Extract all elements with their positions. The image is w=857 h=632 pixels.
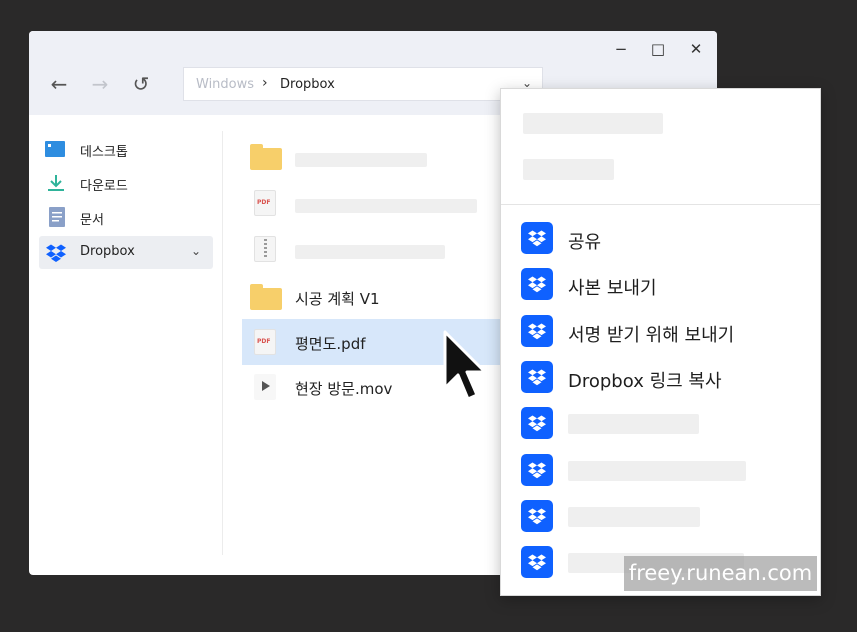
menu-item-dropbox[interactable] xyxy=(501,494,820,540)
menu-item-placeholder[interactable] xyxy=(523,113,663,134)
file-name-placeholder xyxy=(295,245,445,259)
dropbox-icon xyxy=(521,268,553,301)
sidebar-item-label: 문서 xyxy=(80,213,104,228)
menu-item-label: 공유 xyxy=(568,232,602,253)
menu-item-dropbox[interactable] xyxy=(501,401,820,447)
context-menu: 공유사본 보내기서명 받기 위해 보내기 Dropbox 링크 복사 xyxy=(500,88,821,596)
download-icon xyxy=(48,175,64,191)
close-button[interactable]: ✕ xyxy=(682,39,710,59)
document-icon xyxy=(49,207,65,227)
file-name: 시공 계획 V1 xyxy=(295,290,380,308)
menu-item-dropbox[interactable]: 사본 보내기 xyxy=(501,262,820,308)
file-row[interactable]: PDF xyxy=(242,180,532,226)
refresh-button[interactable]: ↺ xyxy=(128,71,154,97)
file-name-placeholder xyxy=(295,153,427,167)
menu-divider xyxy=(501,204,820,205)
pane-divider xyxy=(222,131,223,555)
dropbox-icon xyxy=(521,407,553,440)
sidebar-item-documents[interactable]: 문서 xyxy=(39,201,213,234)
menu-item-label: Dropbox 링크 복사 xyxy=(568,370,722,392)
dropbox-icon xyxy=(521,314,553,347)
folder-icon xyxy=(250,144,282,170)
menu-item-placeholder xyxy=(568,506,700,527)
file-row[interactable]: 시공 계획 V1 xyxy=(242,274,532,320)
sidebar: 데스크톱 다운로드 문서 Dropbox ⌄ xyxy=(29,115,223,575)
menu-item-placeholder xyxy=(568,460,746,481)
pdf-file-icon: PDF xyxy=(250,329,280,355)
dropbox-icon xyxy=(521,222,553,254)
dropbox-icon xyxy=(46,244,66,262)
menu-item-label: 서명 받기 위해 보내기 xyxy=(568,324,735,346)
menu-item-placeholder[interactable] xyxy=(523,159,614,180)
minimize-button[interactable]: − xyxy=(607,39,635,59)
sidebar-item-dropbox[interactable]: Dropbox ⌄ xyxy=(39,236,213,269)
mouse-cursor-icon xyxy=(443,330,487,401)
dropbox-icon xyxy=(521,546,553,579)
menu-item-dropbox[interactable]: Dropbox 링크 복사 xyxy=(501,355,820,401)
video-file-icon xyxy=(250,374,280,400)
zip-file-icon xyxy=(250,236,280,262)
file-name: 현장 방문.mov xyxy=(295,380,393,398)
breadcrumb-root[interactable]: Windows xyxy=(196,77,254,92)
dropbox-icon xyxy=(521,499,553,532)
menu-item-dropbox[interactable] xyxy=(501,448,820,494)
address-bar[interactable]: Windows › Dropbox ⌄ xyxy=(183,67,543,101)
chevron-down-icon[interactable]: ⌄ xyxy=(191,244,201,258)
file-row[interactable] xyxy=(242,134,532,180)
forward-button[interactable]: → xyxy=(87,71,113,97)
maximize-button[interactable]: □ xyxy=(644,39,672,59)
dropbox-icon xyxy=(521,453,553,486)
sidebar-item-download[interactable]: 다운로드 xyxy=(39,167,213,200)
breadcrumb-separator: › xyxy=(262,75,268,91)
desktop-icon xyxy=(45,141,65,157)
file-row[interactable] xyxy=(242,226,532,272)
menu-item-label: 사본 보내기 xyxy=(568,278,657,300)
breadcrumb-current[interactable]: Dropbox xyxy=(280,77,335,92)
back-button[interactable]: ← xyxy=(46,71,72,97)
menu-item-placeholder xyxy=(568,414,699,435)
dropbox-icon xyxy=(521,360,553,393)
menu-item-dropbox[interactable]: 공유 xyxy=(501,216,820,262)
sidebar-item-label: Dropbox xyxy=(80,244,135,259)
file-name: 평면도.pdf xyxy=(295,335,366,353)
watermark: freey.runean.com xyxy=(624,556,817,591)
folder-icon xyxy=(250,284,282,310)
menu-item-dropbox[interactable]: 서명 받기 위해 보내기 xyxy=(501,309,820,355)
sidebar-item-label: 다운로드 xyxy=(80,179,128,194)
sidebar-item-label: 데스크톱 xyxy=(80,145,128,160)
pdf-file-icon: PDF xyxy=(250,190,280,216)
sidebar-item-desktop[interactable]: 데스크톱 xyxy=(39,133,213,166)
file-name-placeholder xyxy=(295,199,477,213)
